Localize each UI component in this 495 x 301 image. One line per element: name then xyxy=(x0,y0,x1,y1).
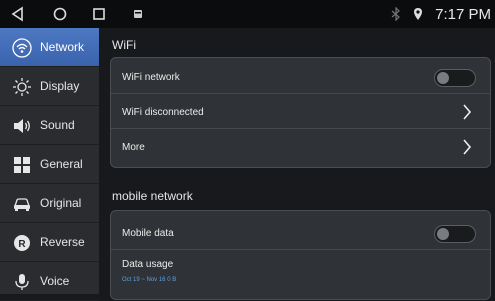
back-button[interactable] xyxy=(8,4,28,24)
chevron-right-icon xyxy=(463,139,472,155)
sidebar-item-label: Voice xyxy=(40,274,70,288)
sidebar-item-label: Sound xyxy=(40,118,75,132)
mobile-section-title: mobile network xyxy=(112,189,193,203)
svg-text:R: R xyxy=(18,239,26,250)
sidebar-item-label: Network xyxy=(40,40,85,54)
wifi-toggle[interactable] xyxy=(434,69,476,87)
chevron-right-icon xyxy=(463,104,472,120)
settings-content: WiFi WiFi network WiFi disconnected More… xyxy=(99,28,495,300)
home-button[interactable] xyxy=(50,4,70,24)
mobile-data-toggle[interactable] xyxy=(434,225,476,243)
data-usage-period: Oct 19 ~ Nov 16 0 B xyxy=(122,277,177,283)
wifi-section-title: WiFi xyxy=(112,38,136,52)
settings-sidebar: Network Display Sound General Original R… xyxy=(0,28,99,301)
sidebar-item-label: Display xyxy=(40,79,80,93)
toggle-knob xyxy=(437,72,449,84)
wifi-network-row[interactable]: WiFi network xyxy=(111,60,490,94)
wifi-icon xyxy=(12,38,32,58)
wifi-network-label: WiFi network xyxy=(122,72,180,83)
app-notification-icon xyxy=(134,10,142,18)
wifi-more-label: More xyxy=(122,142,145,153)
status-bar: 7:17 PM xyxy=(0,0,495,28)
bluetooth-icon xyxy=(391,7,401,21)
sidebar-item-original[interactable]: Original xyxy=(0,184,99,223)
notification-app-button[interactable] xyxy=(128,4,148,24)
status-time: 7:17 PM xyxy=(435,5,491,23)
back-icon xyxy=(11,6,23,22)
data-usage-row[interactable]: Data usage Oct 19 ~ Nov 16 0 B xyxy=(111,251,490,291)
wifi-status-row[interactable]: WiFi disconnected xyxy=(111,95,490,129)
toggle-knob xyxy=(437,228,449,240)
brightness-icon xyxy=(13,78,31,96)
recents-button[interactable] xyxy=(89,4,109,24)
grid-icon xyxy=(14,157,30,173)
car-icon xyxy=(14,198,30,211)
wifi-more-row[interactable]: More xyxy=(111,130,490,164)
home-icon xyxy=(53,7,67,21)
speaker-icon xyxy=(14,119,30,133)
sidebar-item-display[interactable]: Display xyxy=(0,67,99,106)
location-icon xyxy=(414,8,423,20)
wifi-status-label: WiFi disconnected xyxy=(122,107,204,118)
sidebar-item-label: General xyxy=(40,157,83,171)
reverse-icon: R xyxy=(14,235,30,251)
data-usage-label: Data usage xyxy=(122,259,174,270)
microphone-icon xyxy=(15,274,29,290)
sidebar-item-general[interactable]: General xyxy=(0,145,99,184)
mobile-data-label: Mobile data xyxy=(122,228,174,239)
mobile-data-row[interactable]: Mobile data xyxy=(111,216,490,250)
recents-icon xyxy=(93,8,105,20)
sidebar-item-label: Original xyxy=(40,196,82,210)
wifi-card: WiFi network WiFi disconnected More xyxy=(110,57,491,168)
sidebar-item-label: Reverse xyxy=(40,235,85,249)
sidebar-item-network[interactable]: Network xyxy=(0,28,99,67)
sidebar-item-reverse[interactable]: R Reverse xyxy=(0,223,99,262)
sidebar-item-voice[interactable]: Voice xyxy=(0,262,99,301)
sidebar-item-sound[interactable]: Sound xyxy=(0,106,99,145)
mobile-card: Mobile data Data usage Oct 19 ~ Nov 16 0… xyxy=(110,210,491,300)
